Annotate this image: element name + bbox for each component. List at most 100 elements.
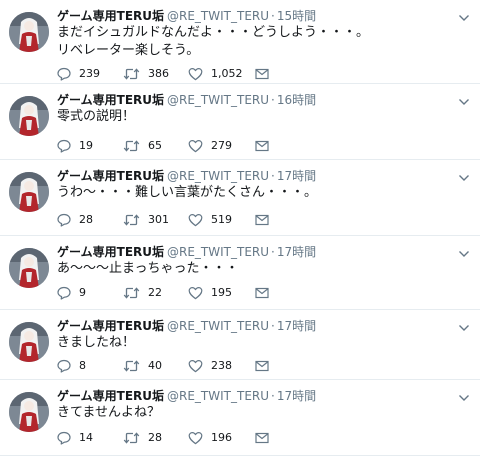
user-handle[interactable]: @RE_TWIT_TERU: [167, 245, 269, 259]
heart-icon: [188, 213, 203, 227]
user-handle[interactable]: @RE_TWIT_TERU: [167, 9, 269, 23]
tweet-item[interactable]: ゲーム専用TERU垢 @RE_TWIT_TERU · 17時間 うわ～・・・難しい言葉が…: [0, 160, 480, 236]
direct-message-button[interactable]: [255, 358, 269, 374]
envelope-icon: [255, 360, 269, 372]
tweet-header: ゲーム専用TERU垢 @RE_TWIT_TERU · 15時間: [57, 8, 316, 24]
avatar[interactable]: [9, 12, 49, 52]
reply-count: 239: [79, 67, 100, 80]
display-name[interactable]: ゲーム専用TERU垢: [57, 93, 164, 107]
tweet-item[interactable]: ゲーム専用TERU垢 @RE_TWIT_TERU · 17時間 あ～～～止まっちゃった・…: [0, 236, 480, 310]
user-handle[interactable]: @RE_TWIT_TERU: [167, 169, 269, 183]
chevron-down-icon[interactable]: [457, 320, 471, 334]
retweet-count: 386: [148, 67, 169, 80]
retweet-icon: [123, 359, 140, 373]
tweet-header: ゲーム専用TERU垢 @RE_TWIT_TERU · 17時間: [57, 168, 316, 184]
direct-message-button[interactable]: [255, 430, 269, 446]
tweet-actions: 14 28 196: [57, 430, 357, 446]
like-button[interactable]: 196: [188, 430, 232, 446]
retweet-icon: [123, 213, 140, 227]
like-button[interactable]: 195: [188, 285, 232, 301]
chevron-down-icon[interactable]: [457, 10, 471, 24]
retweet-count: 28: [148, 431, 162, 444]
tweet-text: きましたね！: [57, 335, 136, 350]
like-button[interactable]: 279: [188, 138, 232, 154]
retweet-button[interactable]: 22: [123, 285, 162, 301]
heart-icon: [188, 67, 203, 81]
retweet-button[interactable]: 65: [123, 138, 162, 154]
retweet-icon: [123, 286, 140, 300]
user-handle[interactable]: @RE_TWIT_TERU: [167, 93, 269, 107]
avatar[interactable]: [9, 322, 49, 362]
tweet-text: 零式の説明！: [57, 109, 136, 124]
reply-button[interactable]: 239: [57, 66, 100, 82]
retweet-button[interactable]: 28: [123, 430, 162, 446]
tweet-text: うわ～・・・難しい言葉がたくさん・・・。: [57, 185, 318, 200]
like-count: 195: [211, 286, 232, 299]
tweet-actions: 28 301 519: [57, 212, 357, 228]
heart-icon: [188, 139, 203, 153]
avatar[interactable]: [9, 96, 49, 136]
like-button[interactable]: 1,052: [188, 66, 243, 82]
separator-dot: ·: [271, 389, 275, 403]
like-button[interactable]: 238: [188, 358, 232, 374]
chevron-down-icon[interactable]: [457, 246, 471, 260]
like-count: 196: [211, 431, 232, 444]
retweet-button[interactable]: 40: [123, 358, 162, 374]
tweet-timestamp[interactable]: 17時間: [277, 389, 316, 403]
reply-button[interactable]: 14: [57, 430, 93, 446]
tweet-item[interactable]: ゲーム専用TERU垢 @RE_TWIT_TERU · 17時間 きてませんよね？ 14 28…: [0, 380, 480, 456]
avatar[interactable]: [9, 172, 49, 212]
tweet-item[interactable]: ゲーム専用TERU垢 @RE_TWIT_TERU · 17時間きましたね！ 8 40 238: [0, 310, 480, 380]
user-handle[interactable]: @RE_TWIT_TERU: [167, 319, 269, 333]
retweet-count: 22: [148, 286, 162, 299]
user-handle[interactable]: @RE_TWIT_TERU: [167, 389, 269, 403]
reply-button[interactable]: 19: [57, 138, 93, 154]
retweet-count: 65: [148, 139, 162, 152]
chevron-down-icon[interactable]: [457, 94, 471, 108]
display-name[interactable]: ゲーム専用TERU垢: [57, 169, 164, 183]
direct-message-button[interactable]: [255, 138, 269, 154]
display-name[interactable]: ゲーム専用TERU垢: [57, 389, 164, 403]
retweet-icon: [123, 139, 140, 153]
chevron-down-icon[interactable]: [457, 390, 471, 404]
tweet-text: きてませんよね？: [57, 405, 160, 420]
reply-button[interactable]: 9: [57, 285, 86, 301]
reply-button[interactable]: 8: [57, 358, 86, 374]
like-count: 519: [211, 213, 232, 226]
display-name[interactable]: ゲーム専用TERU垢: [57, 9, 164, 23]
reply-icon: [57, 67, 71, 81]
chevron-down-icon[interactable]: [457, 170, 471, 184]
like-count: 238: [211, 359, 232, 372]
tweet-actions: 239 386 1,052: [57, 66, 357, 82]
tweet-timestamp[interactable]: 16時間: [277, 93, 316, 107]
tweet-timestamp[interactable]: 17時間: [277, 169, 316, 183]
tweet-text: まだイシュガルドなんだよ・・・どうしよう・・・。 リベレーター楽しそう。: [57, 25, 370, 58]
tweet-header: ゲーム専用TERU垢 @RE_TWIT_TERU · 17時間: [57, 388, 316, 404]
like-button[interactable]: 519: [188, 212, 232, 228]
retweet-button[interactable]: 386: [123, 66, 169, 82]
separator-dot: ·: [271, 319, 275, 333]
separator-dot: ·: [271, 169, 275, 183]
tweet-timestamp[interactable]: 15時間: [277, 9, 316, 23]
direct-message-button[interactable]: [255, 66, 269, 82]
tweet-timeline: ゲーム専用TERU垢 @RE_TWIT_TERU · 15時間 まだイシュガルドなんだよ…: [0, 0, 480, 456]
heart-icon: [188, 431, 203, 445]
tweet-item[interactable]: ゲーム専用TERU垢 @RE_TWIT_TERU · 16時間 零式の説明！ 19 65 27…: [0, 84, 480, 160]
tweet-item[interactable]: ゲーム専用TERU垢 @RE_TWIT_TERU · 15時間 まだイシュガルドなんだよ…: [0, 0, 480, 84]
separator-dot: ·: [271, 9, 275, 23]
tweet-actions: 9 22 195: [57, 285, 357, 301]
retweet-button[interactable]: 301: [123, 212, 169, 228]
display-name[interactable]: ゲーム専用TERU垢: [57, 319, 164, 333]
reply-icon: [57, 431, 71, 445]
reply-button[interactable]: 28: [57, 212, 93, 228]
retweet-icon: [123, 67, 140, 81]
tweet-actions: 8 40 238: [57, 358, 357, 374]
tweet-timestamp[interactable]: 17時間: [277, 319, 316, 333]
direct-message-button[interactable]: [255, 212, 269, 228]
envelope-icon: [255, 287, 269, 299]
avatar[interactable]: [9, 248, 49, 288]
display-name[interactable]: ゲーム専用TERU垢: [57, 245, 164, 259]
direct-message-button[interactable]: [255, 285, 269, 301]
tweet-timestamp[interactable]: 17時間: [277, 245, 316, 259]
avatar[interactable]: [9, 392, 49, 432]
